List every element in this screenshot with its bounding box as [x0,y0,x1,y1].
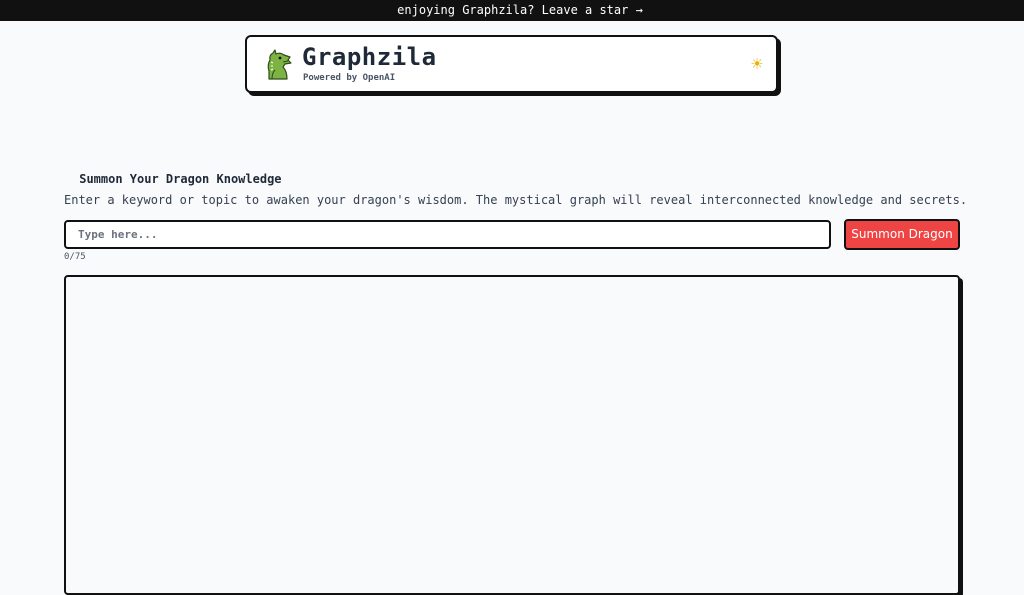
summon-dragon-button[interactable]: Summon Dragon [844,219,960,250]
graph-canvas[interactable] [64,275,960,595]
section-heading: Summon Your Dragon Knowledge [64,172,297,186]
app-header: Graphzila Powered by OpenAI ☀ [245,35,778,93]
app-subtitle: Powered by OpenAI [303,73,396,83]
app-title: Graphzila [302,43,437,71]
character-count: 0/75 [64,252,86,262]
section-heading-text: Summon Your Dragon Knowledge [79,172,282,186]
sun-icon[interactable]: ☀ [748,55,766,73]
banner-text: enjoying Graphzila? Leave a star → [397,3,643,17]
keyword-input[interactable] [64,220,831,249]
section-description: Enter a keyword or topic to awaken your … [64,193,968,207]
star-banner[interactable]: enjoying Graphzila? Leave a star → [0,0,1024,21]
dragon-logo-icon [267,49,292,80]
